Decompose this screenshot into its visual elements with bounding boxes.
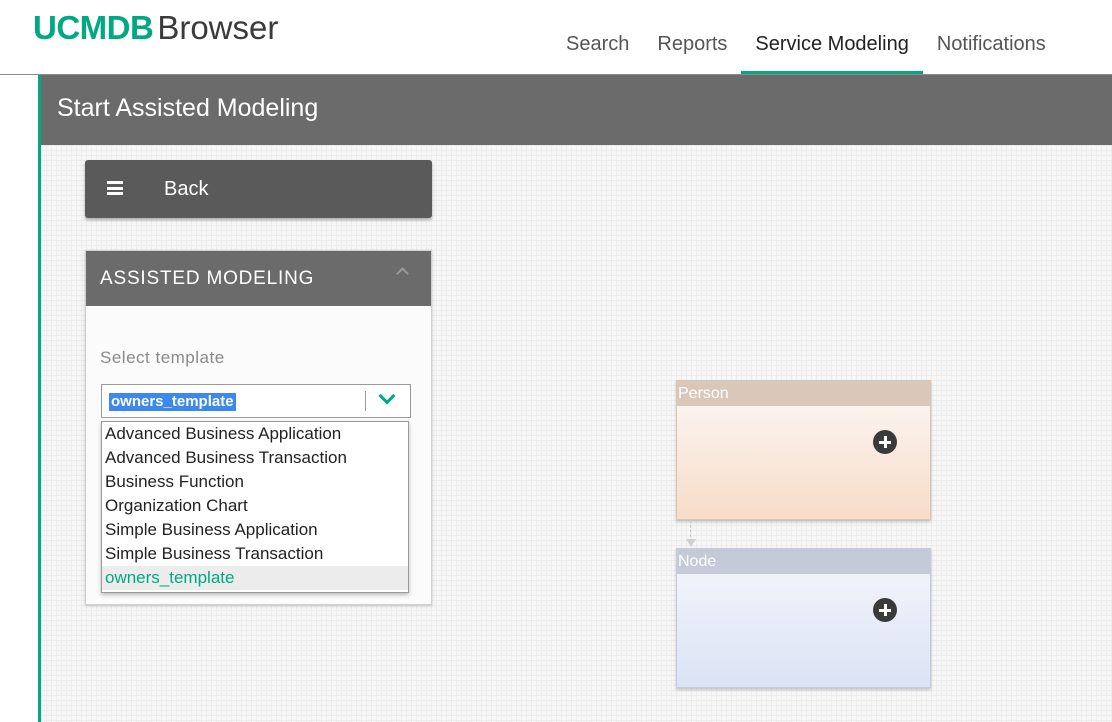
panel-title: ASSISTED MODELING	[100, 268, 315, 289]
select-divider	[365, 391, 366, 411]
dropdown-option[interactable]: Business Function	[102, 470, 408, 494]
node-node-body	[677, 574, 930, 687]
hamburger-icon	[107, 181, 123, 195]
dropdown-option-selected[interactable]: owners_template	[102, 566, 408, 590]
nav-search[interactable]: Search	[552, 31, 643, 75]
nav-notifications[interactable]: Notifications	[923, 31, 1060, 75]
person-node-body	[677, 406, 930, 519]
top-bar: UCMDB Browser Search Reports Service Mode…	[0, 0, 1112, 75]
person-node-title: Person	[677, 381, 930, 406]
assisted-modeling-panel: ASSISTED MODELING Select template owners…	[85, 250, 432, 605]
page-header: Start Assisted Modeling	[41, 75, 1112, 145]
dropdown-option[interactable]: Advanced Business Transaction	[102, 446, 408, 470]
relationship-connector	[686, 520, 696, 549]
dropdown-option[interactable]: Simple Business Transaction	[102, 542, 408, 566]
dropdown-option[interactable]: Simple Business Application	[102, 518, 408, 542]
nav-reports[interactable]: Reports	[643, 31, 741, 75]
main-nav: Search Reports Service Modeling Notifica…	[552, 31, 1060, 75]
panel-header[interactable]: ASSISTED MODELING	[86, 251, 431, 306]
plus-circle-icon[interactable]	[873, 430, 897, 454]
node-node[interactable]: Node	[676, 548, 931, 688]
back-button[interactable]: Back	[85, 160, 432, 218]
select-template-label: Select template	[100, 348, 225, 367]
logo-product: Browser	[157, 9, 279, 46]
back-button-label: Back	[164, 178, 209, 200]
dropdown-option[interactable]: Advanced Business Application	[102, 422, 408, 446]
chevron-down-icon[interactable]	[378, 387, 396, 405]
template-select[interactable]: owners_template	[101, 384, 411, 418]
chevron-up-icon[interactable]	[396, 267, 409, 280]
app-logo[interactable]: UCMDB Browser	[33, 8, 278, 48]
arrow-down-icon	[686, 539, 696, 547]
node-node-title: Node	[677, 549, 930, 574]
logo-brand: UCMDB	[33, 9, 154, 46]
page-title: Start Assisted Modeling	[57, 94, 319, 122]
dropdown-option[interactable]: Organization Chart	[102, 494, 408, 518]
plus-circle-icon[interactable]	[873, 598, 897, 622]
template-dropdown: Advanced Business Application Advanced B…	[101, 421, 409, 593]
template-select-value: owners_template	[109, 393, 236, 411]
person-node[interactable]: Person	[676, 380, 931, 520]
nav-service-modeling[interactable]: Service Modeling	[741, 31, 924, 75]
